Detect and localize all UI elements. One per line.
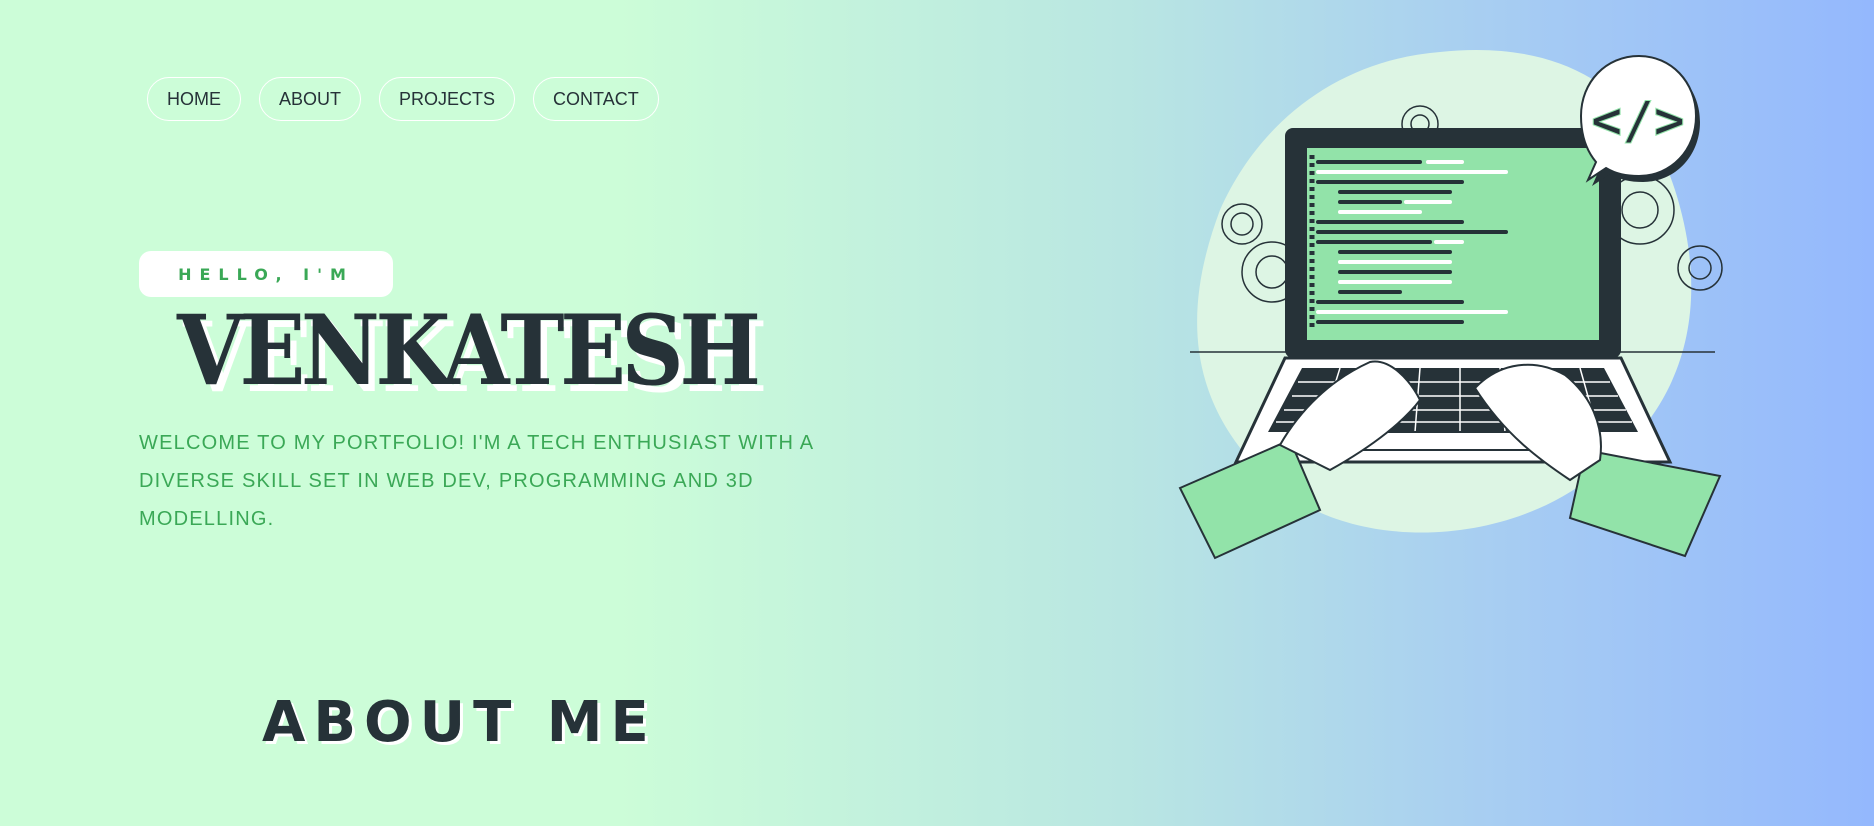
coding-illustration: </>	[1178, 49, 1723, 560]
nav-projects-button[interactable]: PROJECTS	[379, 77, 516, 121]
hero-intro: WELCOME TO MY PORTFOLIO! I'M A TECH ENTH…	[139, 432, 814, 530]
hero-name: VENKATESH	[177, 294, 761, 407]
main-nav: HOME ABOUT PROJECTS CONTACT	[147, 77, 659, 121]
greeting-badge: HELLO, I'M	[139, 251, 393, 297]
code-icon: </>	[1591, 91, 1685, 151]
nav-about-button[interactable]: ABOUT	[259, 77, 362, 121]
nav-contact-button[interactable]: CONTACT	[533, 77, 659, 121]
nav-home-button[interactable]: HOME	[147, 77, 241, 121]
about-section-title: ABOUT ME	[262, 690, 657, 755]
